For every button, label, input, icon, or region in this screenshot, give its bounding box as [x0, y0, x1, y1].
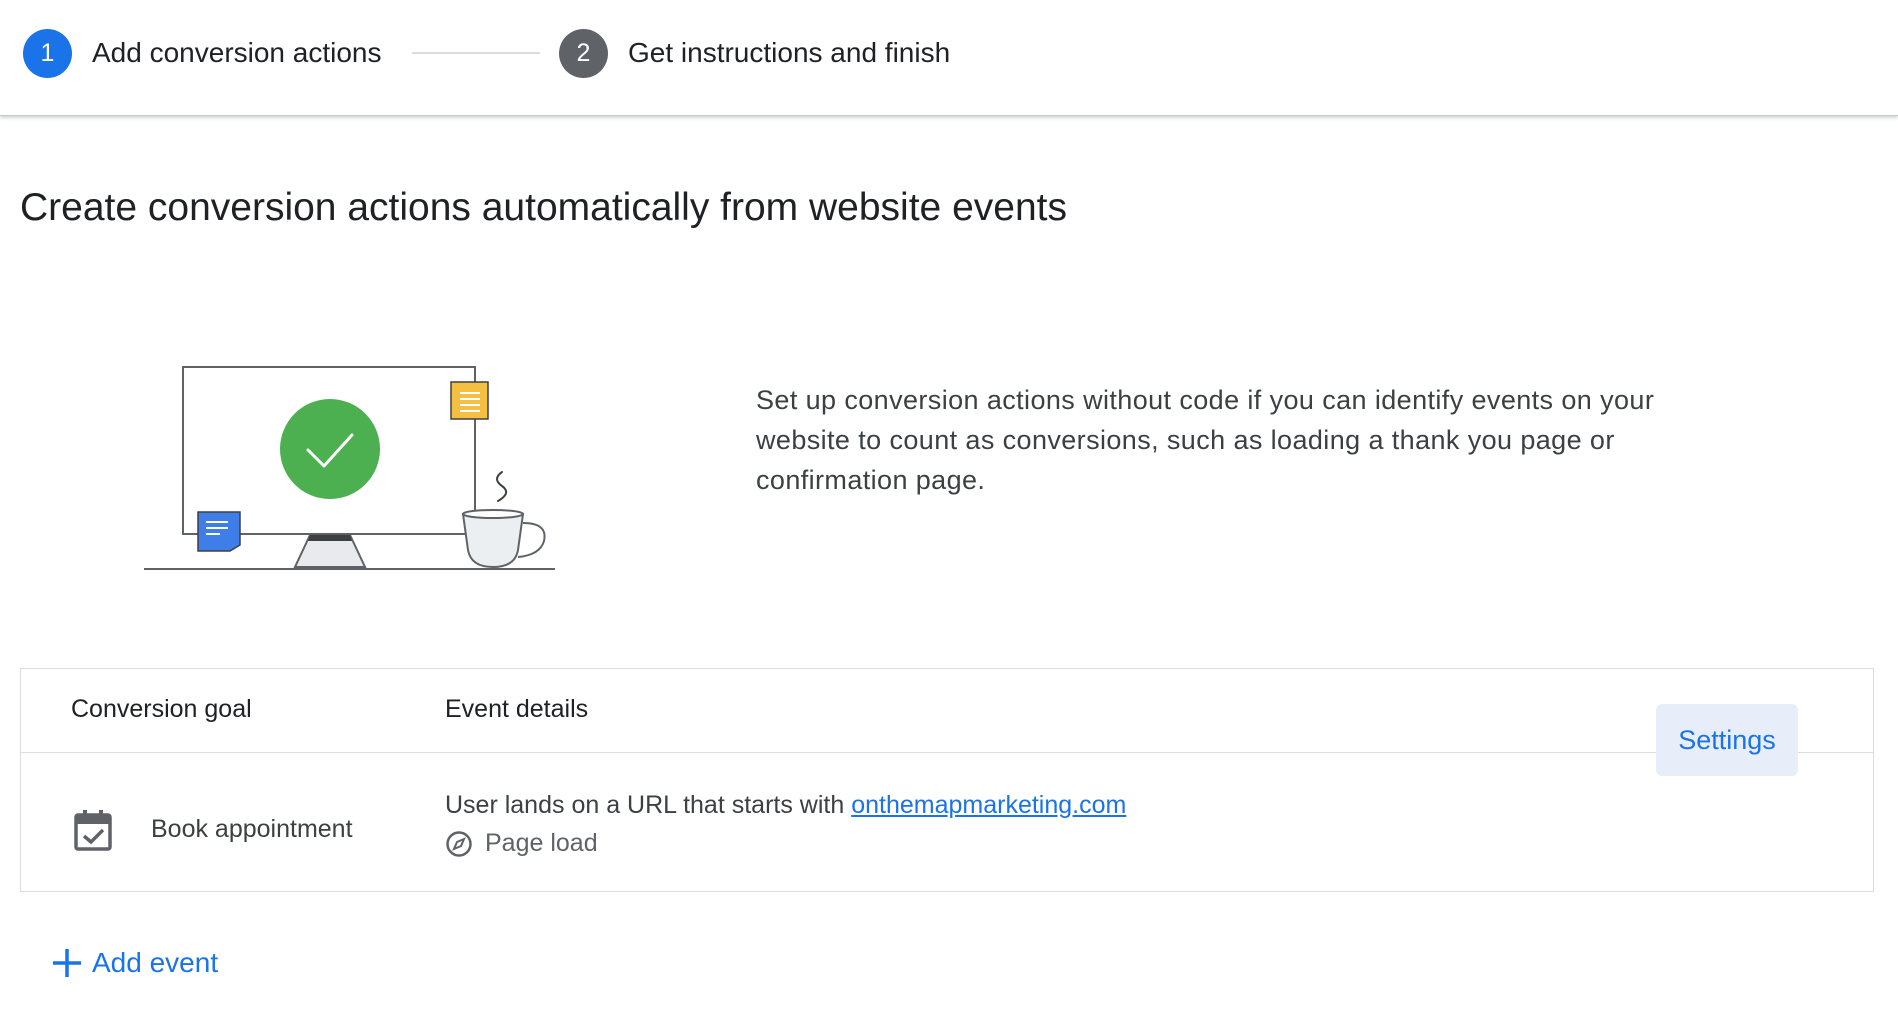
add-event-label: Add event [92, 947, 219, 978]
table-header: Conversion goal Event details [21, 669, 1873, 753]
step-2-label: Get instructions and finish [628, 37, 951, 68]
step-2[interactable]: 2 Get instructions and finish [559, 28, 950, 78]
computer-success-illustration [144, 366, 555, 570]
stepper: 1 Add conversion actions 2 Get instructi… [0, 0, 1898, 116]
column-header-event-details: Event details [445, 695, 589, 723]
events-table: Conversion goal Event details Book appoi… [20, 668, 1874, 892]
step-1-label: Add conversion actions [92, 37, 382, 68]
event-url-link[interactable]: onthemapmarketing.com [851, 791, 1126, 819]
step-1[interactable]: 1 Add conversion actions [23, 28, 382, 78]
plus-icon [53, 949, 81, 977]
page-description: Set up conversion actions without code i… [756, 385, 1655, 495]
settings-button[interactable]: Settings [1656, 704, 1798, 776]
conversion-goal-label: Book appointment [151, 815, 353, 843]
event-type-label: Page load [485, 829, 598, 857]
coffee-cup-icon [461, 513, 525, 569]
event-type: Page load [445, 829, 598, 858]
step-1-number: 1 [23, 28, 72, 78]
step-connector [412, 52, 540, 54]
page-title: Create conversion actions automatically … [20, 186, 1067, 229]
column-header-conversion-goal: Conversion goal [71, 695, 252, 723]
table-row: Book appointment User lands on a URL tha… [21, 753, 1873, 891]
add-event-button[interactable]: Add event [50, 946, 218, 980]
step-2-number: 2 [559, 28, 608, 78]
yellow-note-icon [450, 381, 489, 420]
blue-note-icon [197, 511, 241, 552]
compass-icon [446, 830, 472, 857]
event-condition-text: User lands on a URL that starts with [445, 791, 852, 819]
event-condition: User lands on a URL that starts with ont… [445, 791, 1126, 820]
check-circle-icon [280, 399, 380, 499]
calendar-check-icon [74, 810, 112, 851]
